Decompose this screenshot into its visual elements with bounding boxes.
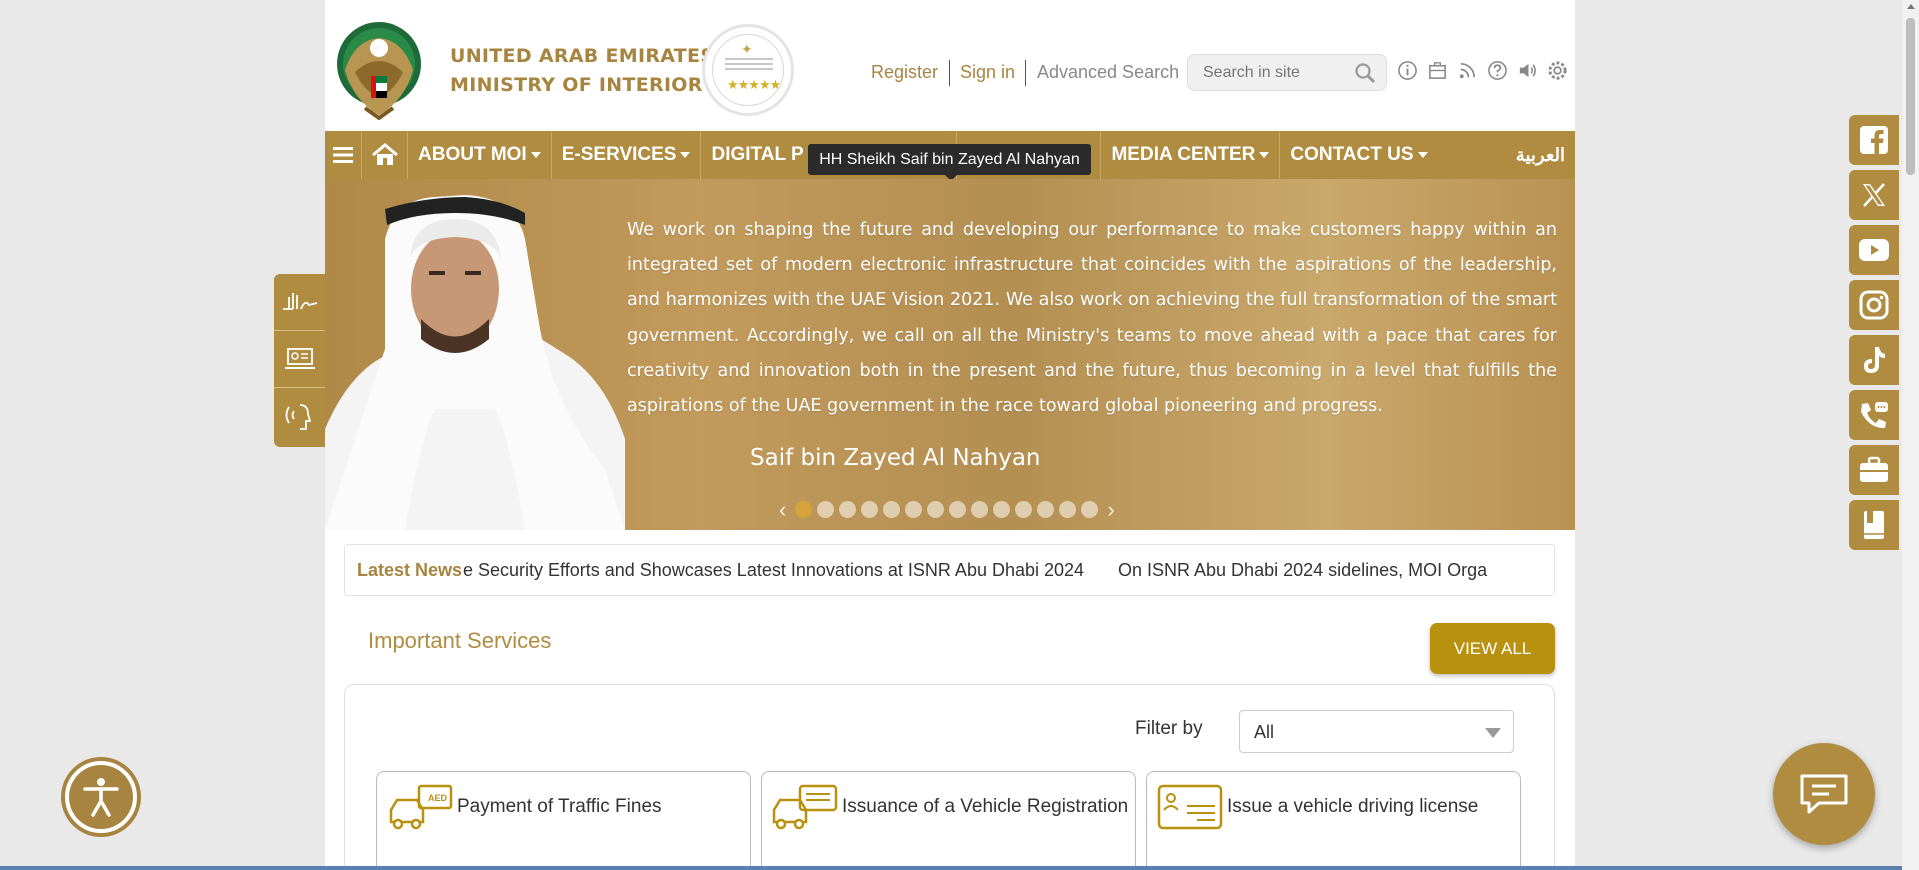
sign-language-icon[interactable] [274, 274, 325, 331]
accessibility-tools-bar [274, 274, 325, 447]
info-icon[interactable] [1397, 60, 1418, 81]
slider-dot[interactable] [817, 501, 835, 518]
book-icon[interactable] [1849, 500, 1899, 550]
taskbar-edge [0, 866, 1902, 870]
screen-reader-icon[interactable] [274, 331, 325, 388]
voice-icon[interactable] [274, 388, 325, 445]
register-link[interactable]: Register [871, 62, 938, 83]
slider-dot[interactable] [1015, 501, 1033, 518]
brand-line-2: MINISTRY OF INTERIOR [450, 74, 703, 96]
language-switch[interactable]: العربية [1516, 131, 1565, 179]
filter-selected-value: All [1254, 722, 1275, 742]
slider-dot[interactable] [883, 501, 901, 518]
award-badge-logo: ✦ ★★★★★ [702, 24, 794, 116]
slider-dot[interactable] [949, 501, 967, 518]
sitemap-icon[interactable] [1427, 60, 1448, 81]
search-input[interactable] [1188, 55, 1348, 90]
service-card-traffic-fines[interactable]: AED Payment of Traffic Fines [376, 771, 751, 870]
news-headline[interactable]: On ISNR Abu Dhabi 2024 sidelines, MOI Or… [1118, 560, 1487, 581]
search-icon[interactable] [1354, 62, 1376, 84]
leader-portrait [325, 195, 625, 530]
vehicle-registration-icon [772, 784, 838, 830]
page: UNITED ARAB EMIRATES MINISTRY OF INTERIO… [325, 0, 1575, 870]
call-icon[interactable] [1849, 390, 1899, 440]
filter-label: Filter by [1135, 718, 1203, 739]
accessibility-icon [83, 778, 119, 817]
tiktok-icon[interactable] [1849, 335, 1899, 385]
service-card-label: Issuance of a Vehicle Registration [842, 796, 1129, 817]
service-card-driving-license[interactable]: Issue a vehicle driving license [1146, 771, 1521, 870]
nav-contact-us[interactable]: CONTACT US [1280, 131, 1437, 179]
home-icon[interactable] [362, 131, 408, 179]
brand-title: UNITED ARAB EMIRATES MINISTRY OF INTERIO… [450, 42, 714, 100]
accessibility-button[interactable] [61, 757, 141, 837]
view-all-button[interactable]: VIEW ALL [1430, 623, 1555, 674]
toolbar-icons [1397, 60, 1568, 81]
slider-next-arrow[interactable]: › [1107, 499, 1114, 521]
service-card-vehicle-registration[interactable]: Issuance of a Vehicle Registration [761, 771, 1136, 870]
slider-dot[interactable] [861, 501, 879, 518]
chevron-down-icon [1485, 728, 1501, 738]
car-fine-icon: AED [389, 784, 453, 830]
slider-dot[interactable] [1059, 501, 1077, 518]
advanced-search-link[interactable]: Advanced Search [1037, 62, 1179, 83]
sign-in-link[interactable]: Sign in [960, 62, 1015, 83]
slider-dot[interactable] [839, 501, 857, 518]
slider-dot[interactable] [905, 501, 923, 518]
uae-emblem-logo[interactable] [335, 20, 423, 120]
header: UNITED ARAB EMIRATES MINISTRY OF INTERIO… [325, 0, 1575, 131]
hero-quote: We work on shaping the future and develo… [627, 220, 1557, 417]
nav-media-center[interactable]: MEDIA CENTER [1101, 131, 1281, 179]
facebook-icon[interactable] [1849, 115, 1899, 165]
search-box [1187, 54, 1387, 91]
nav-tooltip: HH Sheikh Saif bin Zayed Al Nahyan [808, 144, 1091, 181]
social-sidebar [1849, 115, 1899, 555]
slider-dot[interactable] [1081, 501, 1099, 518]
rss-icon[interactable] [1457, 60, 1478, 81]
brand-line-1: UNITED ARAB EMIRATES [450, 45, 715, 67]
news-headline[interactable]: e Security Efforts and Showcases Latest … [463, 560, 1084, 581]
nav-about-moi[interactable]: ABOUT MOI [408, 131, 552, 179]
divider [949, 60, 950, 86]
slider-dots: ‹ › [775, 499, 1119, 521]
svg-text:AED: AED [428, 793, 448, 803]
speaker-icon[interactable] [1517, 60, 1538, 81]
instagram-icon[interactable] [1849, 280, 1899, 330]
slider-dot[interactable] [927, 501, 945, 518]
latest-news-ticker: Latest News e Security Efforts and Showc… [344, 544, 1555, 596]
page-scrollbar[interactable] [1902, 0, 1919, 870]
chat-icon [1800, 774, 1848, 814]
settings-icon[interactable] [1547, 60, 1568, 81]
slider-dot[interactable] [971, 501, 989, 518]
news-ticker-track: e Security Efforts and Showcases Latest … [463, 545, 1543, 595]
slider-prev-arrow[interactable]: ‹ [779, 499, 786, 521]
x-icon[interactable] [1849, 170, 1899, 220]
help-icon[interactable] [1487, 60, 1508, 81]
youtube-icon[interactable] [1849, 225, 1899, 275]
menu-icon[interactable] [325, 131, 362, 179]
service-card-label: Issue a vehicle driving license [1227, 796, 1479, 817]
slider-dot[interactable] [993, 501, 1011, 518]
latest-news-label: Latest News [357, 560, 463, 580]
briefcase-icon[interactable] [1849, 445, 1899, 495]
hero-slider: We work on shaping the future and develo… [325, 179, 1575, 530]
hero-signature: Saif bin Zayed Al Nahyan [750, 445, 1041, 471]
service-card-label: Payment of Traffic Fines [457, 796, 662, 817]
important-services-title: Important Services [368, 628, 552, 653]
chat-button[interactable] [1773, 743, 1875, 845]
slider-dot[interactable] [1037, 501, 1055, 518]
nav-e-services[interactable]: E-SERVICES [552, 131, 702, 179]
driving-license-icon [1157, 784, 1223, 830]
slider-dot[interactable] [795, 501, 813, 518]
filter-select[interactable]: All [1239, 710, 1514, 753]
divider [1025, 60, 1026, 86]
